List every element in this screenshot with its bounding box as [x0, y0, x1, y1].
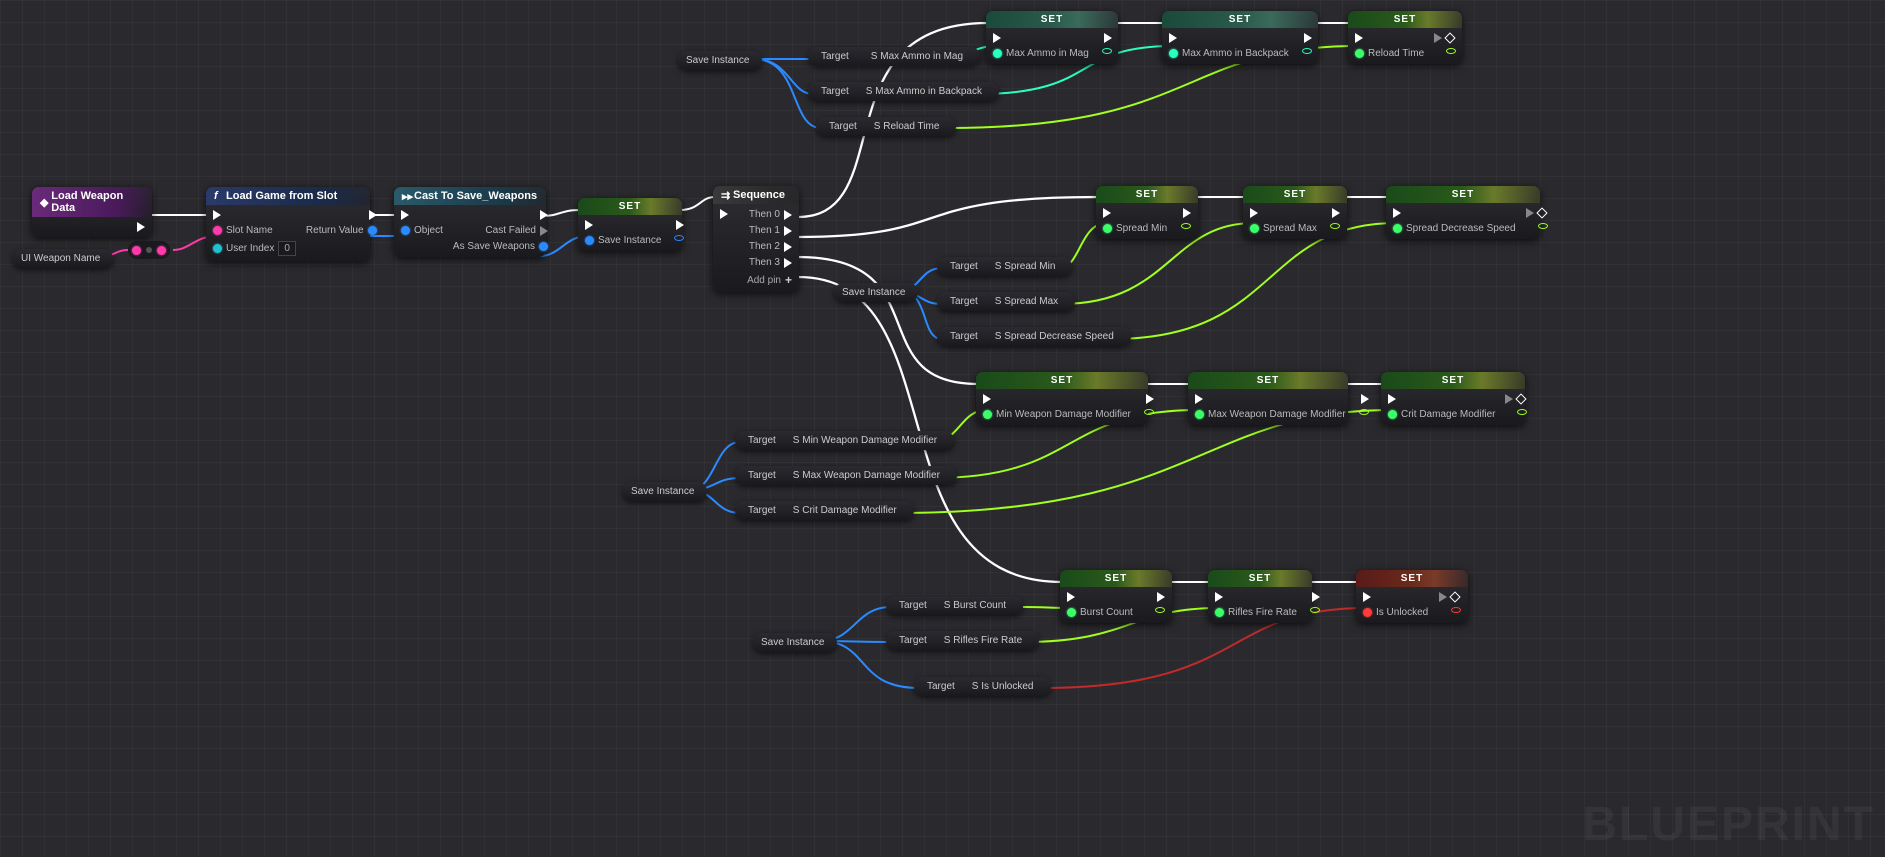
pin-then0[interactable]: Then 0	[749, 209, 792, 220]
func-header: f Load Game from Slot	[206, 187, 370, 205]
pin-object[interactable]: Object	[401, 225, 443, 236]
node-set-min-dmg[interactable]: SET Min Weapon Damage Modifier	[976, 372, 1148, 425]
node-sequence[interactable]: ⇉ Sequence Then 0 Then 1 Then 2 Then 3 A…	[713, 186, 799, 292]
var-save-instance-2[interactable]: Save Instance	[623, 482, 707, 501]
pin-slot-name[interactable]: Slot Name	[213, 225, 296, 236]
exec-out[interactable]	[369, 210, 377, 220]
set-header: SET	[578, 198, 682, 215]
pin-return[interactable]: Return Value	[306, 225, 377, 236]
pin-then3[interactable]: Then 3	[749, 257, 792, 268]
getter-max-dmg[interactable]: TargetS Max Weapon Damage Modifier	[735, 466, 957, 485]
pin-out-val[interactable]	[671, 235, 684, 241]
add-pin-button[interactable]: Add pin+	[747, 273, 792, 287]
exec-out[interactable]	[540, 210, 548, 220]
var-label: UI Weapon Name	[21, 253, 100, 264]
node-set-unlocked[interactable]: SET Is Unlocked	[1356, 570, 1468, 623]
pin-then2[interactable]: Then 2	[749, 241, 792, 252]
getter-spread-dec[interactable]: TargetS Spread Decrease Speed	[937, 327, 1131, 346]
func-title: Load Game from Slot	[226, 190, 337, 202]
var-ui-weapon-name[interactable]: UI Weapon Name	[13, 249, 113, 268]
getter-spread-min[interactable]: TargetS Spread Min	[937, 257, 1072, 276]
cast-title: Cast To Save_Weapons	[414, 190, 537, 202]
node-set-max-ammo-mag[interactable]: SET Max Ammo in Mag	[986, 11, 1118, 64]
event-header: ◆ Load Weapon Data	[32, 187, 152, 217]
node-set-crit[interactable]: SET Crit Damage Modifier	[1381, 372, 1525, 425]
function-icon: f	[214, 190, 226, 202]
pin-cast-failed[interactable]: Cast Failed	[485, 225, 548, 236]
getter-min-dmg[interactable]: TargetS Min Weapon Damage Modifier	[735, 431, 954, 450]
user-index-input[interactable]: 0	[278, 241, 296, 256]
exec-in[interactable]	[401, 210, 443, 220]
pin-user-index[interactable]: User Index0	[213, 241, 296, 256]
node-set-burst[interactable]: SET Burst Count	[1060, 570, 1172, 623]
exec-in[interactable]	[720, 209, 728, 219]
node-set-max-dmg[interactable]: SET Max Weapon Damage Modifier	[1188, 372, 1348, 425]
node-set-max-ammo-backpack[interactable]: SET Max Ammo in Backpack	[1162, 11, 1318, 64]
sequence-icon: ⇉	[721, 189, 733, 201]
node-load-game-from-slot[interactable]: f Load Game from Slot Slot Name User Ind…	[206, 187, 370, 261]
seq-header: ⇉ Sequence	[713, 186, 799, 204]
event-icon: ◆	[40, 196, 51, 208]
node-cast-save-weapons[interactable]: ▸▸ Cast To Save_Weapons Object Cast Fail…	[394, 187, 546, 257]
node-set-save-instance[interactable]: SET Save Instance	[578, 198, 682, 251]
pin-save-instance[interactable]: Save Instance	[585, 235, 661, 246]
node-set-spread-max[interactable]: SET Spread Max	[1243, 186, 1347, 239]
getter-fire-rate[interactable]: TargetS Rifles Fire Rate	[886, 631, 1039, 650]
getter-spread-max[interactable]: TargetS Spread Max	[937, 292, 1075, 311]
delegate-icon	[1444, 32, 1455, 43]
pin-as-save[interactable]: As Save Weapons	[453, 241, 548, 252]
seq-title: Sequence	[733, 189, 785, 201]
getter-group-0[interactable]: TargetS Max Ammo in Mag	[808, 47, 980, 66]
exec-out[interactable]	[676, 220, 684, 230]
exec-in[interactable]	[213, 210, 296, 220]
reroute-slot-name[interactable]	[128, 241, 170, 259]
exec-in[interactable]	[585, 220, 661, 230]
getter-burst[interactable]: TargetS Burst Count	[886, 596, 1023, 615]
getter-reload[interactable]: TargetS Reload Time	[816, 117, 956, 136]
node-set-spread-min[interactable]: SET Spread Min	[1096, 186, 1198, 239]
getter-backpack[interactable]: TargetS Max Ammo in Backpack	[808, 82, 999, 101]
node-event-load-weapon-data[interactable]: ◆ Load Weapon Data	[32, 187, 152, 237]
plus-icon: +	[785, 273, 792, 287]
event-title: Load Weapon Data	[51, 190, 144, 214]
cast-header: ▸▸ Cast To Save_Weapons	[394, 187, 546, 205]
var-save-instance-1[interactable]: Save Instance	[834, 283, 918, 302]
node-set-spread-dec[interactable]: SET Spread Decrease Speed	[1386, 186, 1540, 239]
var-save-instance-3[interactable]: Save Instance	[753, 633, 837, 652]
node-set-reload-time[interactable]: SET Reload Time	[1348, 11, 1462, 64]
var-save-instance-0[interactable]: Save Instance	[678, 51, 762, 70]
getter-unlocked[interactable]: TargetS Is Unlocked	[914, 677, 1051, 696]
pin-then1[interactable]: Then 1	[749, 225, 792, 236]
exec-out[interactable]	[137, 222, 145, 232]
node-set-fire-rate[interactable]: SET Rifles Fire Rate	[1208, 570, 1312, 623]
getter-crit[interactable]: TargetS Crit Damage Modifier	[735, 501, 914, 520]
watermark-text: BLUEPRINT	[1582, 797, 1875, 852]
cast-icon: ▸▸	[402, 190, 414, 202]
